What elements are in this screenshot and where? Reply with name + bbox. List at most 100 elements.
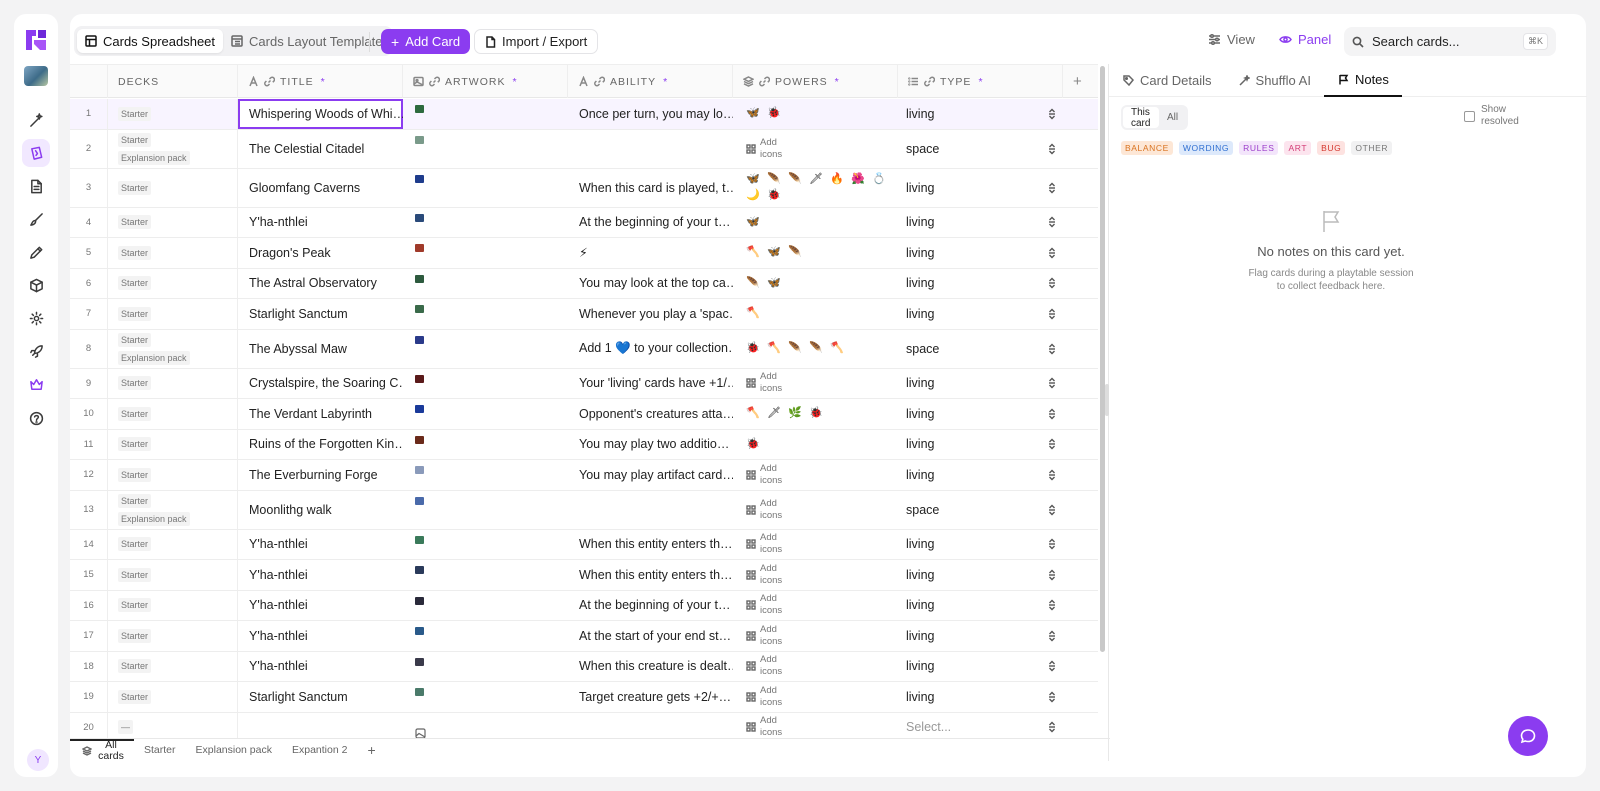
tab-notes[interactable]: Notes <box>1323 64 1402 97</box>
scope-this-card[interactable]: This card <box>1123 107 1159 129</box>
table-row[interactable]: 14 Starter Y'ha-nthlei When this entity ent… <box>70 529 1098 560</box>
artwork-cell[interactable] <box>403 460 568 490</box>
type-cell[interactable]: living <box>898 238 1063 268</box>
table-row[interactable]: 15 Starter Y'ha-nthlei When this entity ent… <box>70 560 1098 591</box>
decks-cell[interactable]: Starter <box>108 99 238 129</box>
add-icons-button[interactable]: Add icons <box>746 593 786 617</box>
ability-cell[interactable] <box>568 130 733 168</box>
chip-bug[interactable]: BUG <box>1317 141 1346 155</box>
type-cell[interactable]: living <box>898 99 1063 129</box>
title-cell[interactable]: The Everburning Forge <box>238 460 403 490</box>
add-column-button[interactable]: + <box>1063 65 1098 98</box>
powers-cell[interactable]: Add icons <box>733 491 898 529</box>
powers-cell[interactable]: Add icons <box>733 530 898 560</box>
table-row[interactable]: 20 — Add icons Select... <box>70 712 1098 739</box>
decks-cell[interactable]: Starter <box>108 368 238 398</box>
table-row[interactable]: 11 Starter Ruins of the Forgotten Kin… You … <box>70 429 1098 460</box>
table-row[interactable]: 12 Starter The Everburning Forge You may pl… <box>70 460 1098 491</box>
type-cell[interactable]: space <box>898 330 1063 368</box>
powers-cell[interactable]: 🪓 🗡 🌿 🐞 <box>733 399 898 429</box>
artwork-cell[interactable] <box>403 530 568 560</box>
sidebar-item-package[interactable] <box>22 271 50 299</box>
sidebar-item-document[interactable] <box>22 172 50 200</box>
ability-cell[interactable] <box>568 713 733 739</box>
powers-cell[interactable]: 🪓 <box>733 299 898 329</box>
table-row[interactable]: 17 Starter Y'ha-nthlei At the start of your… <box>70 621 1098 652</box>
row-expand-button[interactable] <box>1040 269 1064 299</box>
sidebar-item-pen[interactable] <box>22 238 50 266</box>
type-cell[interactable]: living <box>898 682 1063 712</box>
table-row[interactable]: 7 Starter Starlight Sanctum Whenever you pl… <box>70 299 1098 330</box>
title-cell[interactable]: Y'ha-nthlei <box>238 652 403 682</box>
add-icons-button[interactable]: Add icons <box>746 532 786 556</box>
row-expand-button[interactable] <box>1040 99 1064 129</box>
powers-cell[interactable]: Add icons <box>733 460 898 490</box>
row-expand-button[interactable] <box>1040 530 1064 560</box>
ability-cell[interactable]: Opponent's creatures atta… <box>568 399 733 429</box>
decks-cell[interactable]: Starter <box>108 429 238 459</box>
powers-cell[interactable]: 🪓 🦋 🪶 <box>733 238 898 268</box>
decks-cell[interactable]: Starter Explansion pack <box>108 490 238 529</box>
title-cell[interactable]: Y'ha-nthlei <box>238 560 403 590</box>
title-cell[interactable]: Starlight Sanctum <box>238 299 403 329</box>
column-header-title[interactable]: TITLE * <box>238 65 403 98</box>
row-expand-button[interactable] <box>1040 238 1064 268</box>
row-expand-button[interactable] <box>1040 560 1064 590</box>
type-cell[interactable]: living <box>898 299 1063 329</box>
ability-cell[interactable]: Target creature gets +2/+… <box>568 682 733 712</box>
add-icons-button[interactable]: Add icons <box>746 563 786 587</box>
add-icons-button[interactable]: Add icons <box>746 685 786 709</box>
chat-button[interactable] <box>1508 716 1548 756</box>
column-header-artwork[interactable]: ARTWORK * <box>403 65 568 98</box>
row-expand-button[interactable] <box>1040 369 1064 399</box>
powers-cell[interactable]: 🦋 <box>733 208 898 238</box>
type-cell[interactable]: living <box>898 560 1063 590</box>
row-expand-button[interactable] <box>1040 399 1064 429</box>
row-expand-button[interactable] <box>1040 169 1064 207</box>
ability-cell[interactable]: At the beginning of your t… <box>568 208 733 238</box>
powers-cell[interactable]: Add icons <box>733 652 898 682</box>
powers-cell[interactable]: Add icons <box>733 560 898 590</box>
table-row[interactable]: 10 Starter The Verdant Labyrinth Opponent's… <box>70 399 1098 430</box>
type-cell[interactable]: living <box>898 430 1063 460</box>
powers-cell[interactable]: 🪶 🦋 <box>733 269 898 299</box>
add-icons-button[interactable]: Add icons <box>746 498 786 522</box>
add-deck-tab-button[interactable]: + <box>357 739 385 762</box>
ability-cell[interactable]: When this creature is dealt… <box>568 652 733 682</box>
powers-cell[interactable]: 🐞 🪓 🪶 🪶 🪓 <box>733 330 898 368</box>
sidebar-item-brush[interactable] <box>22 205 50 233</box>
decks-cell[interactable]: Starter <box>108 621 238 651</box>
decks-cell[interactable]: Starter <box>108 651 238 681</box>
type-cell[interactable]: living <box>898 530 1063 560</box>
ability-cell[interactable]: At the beginning of your t… <box>568 591 733 621</box>
decks-cell[interactable]: Starter <box>108 268 238 298</box>
artwork-cell[interactable] <box>403 682 568 712</box>
powers-cell[interactable]: Add icons <box>733 130 898 168</box>
title-cell[interactable]: Y'ha-nthlei <box>238 208 403 238</box>
import-export-button[interactable]: Import / Export <box>474 29 599 54</box>
table-row[interactable]: 13 Starter Explansion pack Moonlithg walk Ad… <box>70 490 1098 530</box>
row-expand-button[interactable] <box>1040 330 1064 368</box>
title-cell[interactable]: Y'ha-nthlei <box>238 591 403 621</box>
powers-cell[interactable]: 🦋 🐞 <box>733 99 898 129</box>
deck-tab-all-cards[interactable]: All cards <box>70 738 134 762</box>
sidebar-item-rocket[interactable] <box>22 337 50 365</box>
table-row[interactable]: 18 Starter Y'ha-nthlei When this creature i… <box>70 651 1098 682</box>
add-card-button[interactable]: + Add Card <box>381 29 471 54</box>
powers-cell[interactable]: Add icons <box>733 369 898 399</box>
title-cell[interactable] <box>238 713 403 739</box>
ability-cell[interactable]: When this entity enters th… <box>568 530 733 560</box>
table-row[interactable]: 6 Starter The Astral Observatory You may lo… <box>70 268 1098 299</box>
type-cell[interactable]: living <box>898 652 1063 682</box>
decks-cell[interactable]: Starter <box>108 238 238 268</box>
title-cell[interactable]: Y'ha-nthlei <box>238 621 403 651</box>
ability-cell[interactable]: You may play artifact card… <box>568 460 733 490</box>
ability-cell[interactable]: You may look at the top ca… <box>568 269 733 299</box>
app-logo[interactable] <box>22 26 50 54</box>
row-expand-button[interactable] <box>1040 430 1064 460</box>
deck-tab-starter[interactable]: Starter <box>134 739 186 762</box>
ability-cell[interactable] <box>568 491 733 529</box>
title-cell[interactable]: Gloomfang Caverns <box>238 169 403 207</box>
view-button[interactable]: View <box>1208 32 1255 47</box>
type-cell[interactable]: Select... <box>898 713 1063 739</box>
